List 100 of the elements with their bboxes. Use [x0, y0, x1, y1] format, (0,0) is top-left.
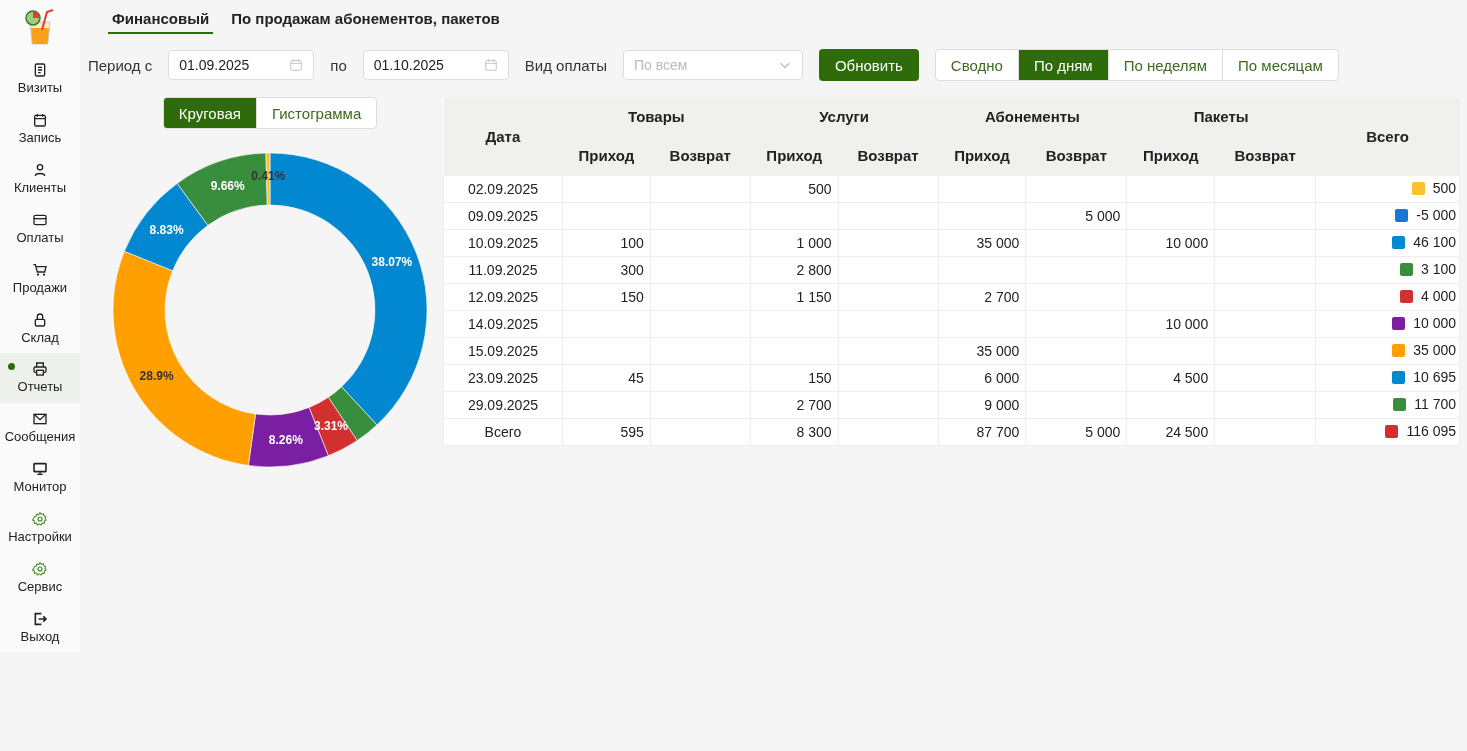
column-group-header: Пакеты: [1126, 97, 1316, 136]
table-cell: 300: [562, 256, 651, 284]
sidebar-item[interactable]: Отчеты: [0, 352, 80, 403]
document-icon: [32, 62, 48, 79]
column-header: Возврат: [838, 136, 938, 176]
monitor-icon: [32, 461, 48, 478]
table-cell: 15.09.2025: [443, 337, 563, 365]
calendar-icon: [289, 58, 304, 72]
sidebar-item[interactable]: Клиенты: [0, 153, 80, 204]
table-cell: 150: [750, 364, 839, 392]
total-value: 11 700: [1414, 396, 1456, 413]
table-cell: 29.09.2025: [443, 391, 563, 419]
chart-type-toggle[interactable]: Гистограмма: [255, 98, 377, 128]
table-cell: 595: [562, 418, 651, 446]
sidebar-item[interactable]: Сообщения: [0, 402, 80, 453]
column-group-header: Товары: [562, 97, 751, 136]
table-cell: 6 000: [938, 364, 1026, 392]
slice-label: 0.41%: [251, 169, 286, 183]
column-header: Дата: [443, 97, 563, 176]
to-label: по: [330, 56, 347, 74]
exit-icon: [32, 610, 48, 627]
refresh-button[interactable]: Обновить: [818, 49, 919, 81]
table-cell: 8 300: [750, 418, 839, 446]
table-cell: 11.09.2025: [443, 256, 563, 284]
table-cell: 2 800: [750, 256, 839, 284]
view-toggle[interactable]: По месяцам: [1222, 50, 1338, 80]
table-cell: 9 000: [938, 391, 1026, 419]
sidebar-item[interactable]: Визиты: [0, 53, 80, 104]
period-label: Период с: [88, 56, 153, 74]
view-toggle[interactable]: По дням: [1017, 50, 1108, 80]
sidebar-item[interactable]: Оплаты: [0, 203, 80, 254]
report-tab[interactable]: Финансовый: [108, 8, 214, 34]
table-cell: 24 500: [1126, 418, 1215, 446]
column-header: Возврат: [1025, 136, 1127, 176]
view-toggle[interactable]: Сводно: [935, 50, 1018, 80]
sidebar-item[interactable]: Настройки: [0, 502, 80, 553]
calendar-icon: [483, 58, 498, 72]
slice-label: 8.26%: [268, 433, 303, 448]
slice-label: 9.66%: [210, 179, 245, 194]
lock-icon: [32, 311, 48, 328]
column-header: Возврат: [650, 136, 751, 176]
table-cell: 5 000: [1025, 202, 1127, 230]
table-cell: 2 700: [750, 391, 839, 419]
table-cell: 2 700: [938, 283, 1026, 311]
total-value: 116 095: [1406, 423, 1456, 440]
column-group-header: Абонементы: [938, 97, 1127, 136]
total-value: 10 695: [1413, 369, 1456, 386]
gear-icon: [32, 510, 48, 527]
total-value: 35 000: [1413, 342, 1456, 359]
report-tab[interactable]: По продажам абонементов, пакетов: [227, 8, 504, 34]
table-cell: 02.09.2025: [443, 175, 563, 203]
table-cell: 4 500: [1126, 364, 1215, 392]
chart-type-toggle[interactable]: Круговая: [163, 98, 256, 128]
column-group-header: Услуги: [750, 97, 938, 136]
table-cell: 12.09.2025: [443, 283, 563, 311]
calendar-icon: [32, 112, 48, 129]
table-cell: Всего: [443, 418, 563, 446]
payment-label: Вид оплаты: [524, 56, 607, 74]
table-cell: 09.09.2025: [443, 202, 563, 230]
total-value: 3 100: [1420, 261, 1456, 278]
sidebar-item[interactable]: Монитор: [0, 452, 80, 503]
slice-label: 38.07%: [371, 255, 413, 270]
column-header: Приход: [750, 136, 839, 176]
sidebar-item[interactable]: Запись: [0, 103, 80, 154]
table-cell: 10.09.2025: [443, 229, 563, 257]
table-cell: 1 000: [750, 229, 839, 257]
printer-icon: [32, 361, 48, 378]
column-header: Приход: [1126, 136, 1215, 176]
total-value: 4 000: [1420, 288, 1456, 305]
table-cell: 23.09.2025: [443, 364, 563, 392]
table-cell: 10 000: [1126, 310, 1215, 338]
sidebar-item[interactable]: Склад: [0, 303, 80, 353]
gear-icon: [32, 560, 48, 577]
sidebar-item[interactable]: Сервис: [0, 552, 80, 603]
table-cell: 35 000: [938, 337, 1026, 365]
table-cell: 150: [562, 283, 651, 311]
table-cell: 14.09.2025: [443, 310, 563, 338]
column-header: Приход: [562, 136, 651, 176]
date-field[interactable]: 01.10.2025: [362, 50, 509, 80]
date-field[interactable]: 01.09.2025: [168, 50, 315, 80]
cart-icon: [32, 261, 48, 278]
slice-label: 28.9%: [139, 368, 174, 383]
sidebar-item[interactable]: Продажи: [0, 253, 80, 304]
sidebar-item[interactable]: Выход: [0, 602, 80, 652]
table-cell: 1 150: [750, 283, 839, 311]
table-cell: 35 000: [938, 229, 1026, 257]
table-cell: 100: [562, 229, 651, 257]
total-value: 500: [1432, 180, 1456, 197]
table-cell: 500: [750, 175, 839, 203]
column-header: Всего: [1315, 97, 1460, 176]
slice-label: 8.83%: [149, 222, 184, 237]
view-toggle[interactable]: По неделям: [1107, 50, 1223, 80]
total-value: -5 000: [1416, 207, 1456, 224]
table-cell: 45: [562, 364, 651, 392]
total-value: 46 100: [1413, 234, 1456, 251]
table-cell: 87 700: [938, 418, 1026, 446]
table-cell: 5 000: [1025, 418, 1127, 446]
column-header: Приход: [938, 136, 1026, 176]
person-icon: [32, 162, 48, 178]
active-dot: [8, 362, 15, 370]
